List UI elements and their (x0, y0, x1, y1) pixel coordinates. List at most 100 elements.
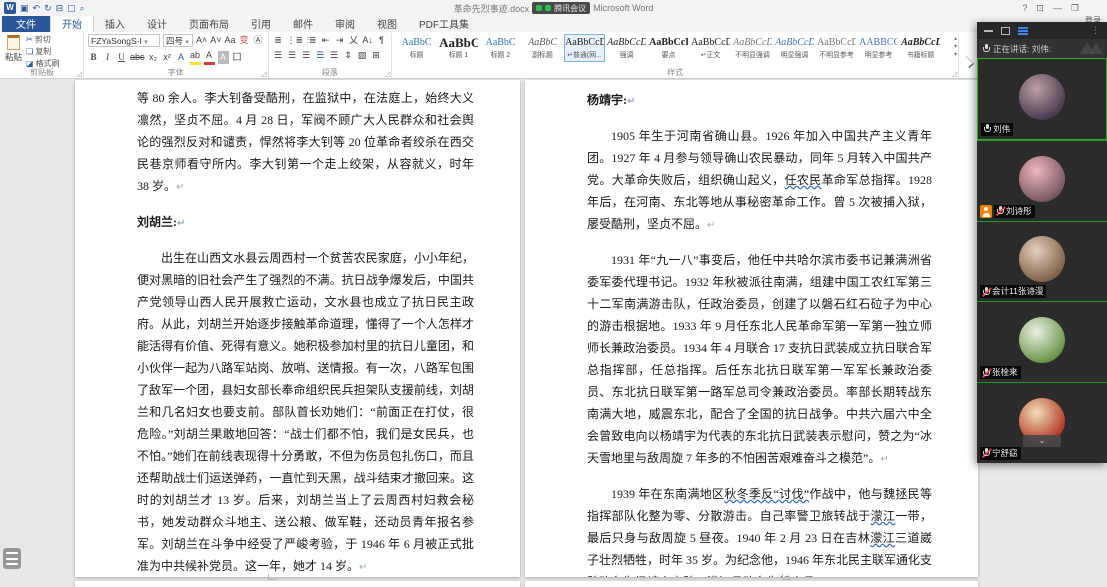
participant-tile[interactable]: 会计11张诗漫 (977, 220, 1107, 302)
shrink-font-icon[interactable]: A˅ (210, 34, 221, 47)
bullets-icon[interactable]: ≣ (273, 34, 284, 47)
new-document-icon[interactable]: ▢ (67, 2, 76, 14)
restore-button[interactable]: ❐ (1071, 3, 1079, 14)
redo-icon[interactable]: ↻ (44, 2, 52, 14)
font-name-combo[interactable]: FZYaSongS-I ▾ (88, 34, 160, 47)
find-icon[interactable]: ⌕ (80, 2, 85, 14)
enclose-characters-icon[interactable]: 囗 (232, 51, 243, 64)
help-button[interactable]: ? (1022, 3, 1027, 14)
document-title: 革命先烈事迹.docx (453, 3, 530, 14)
tab-9[interactable]: PDF工具集 (408, 14, 480, 32)
style-chip-10[interactable]: AaBbCcD 不明显参考 (816, 34, 857, 62)
subscript-icon[interactable]: x₂ (148, 51, 159, 64)
minimize-button[interactable]: — (1053, 3, 1062, 14)
phonetic-guide-icon[interactable]: 变 (239, 34, 250, 47)
char-shading-icon[interactable]: A (217, 50, 229, 64)
participant-name-label: 刘伟 (981, 122, 1014, 136)
style-chip-11[interactable]: AABBCCI 明显参考 (858, 34, 899, 62)
participant-tile[interactable]: 刘诗彤 (977, 139, 1107, 221)
word-logo-icon[interactable]: W (4, 2, 16, 14)
tencent-meeting-pill[interactable]: 腾讯会议 (532, 2, 591, 14)
numbering-icon[interactable]: ⋮≣ (287, 34, 304, 47)
style-chip-8[interactable]: AaBbCcD 不明显强调 (732, 34, 773, 62)
participant-tile[interactable]: 宁舒窈 ⌄ (977, 382, 1107, 463)
tab-6[interactable]: 邮件 (282, 14, 324, 32)
style-chip-7[interactable]: AaBbCcDd ↵正文 (690, 34, 731, 62)
paragraph-dialog-launcher[interactable]: ◿ (385, 70, 390, 78)
borders-icon[interactable]: ⊞ (371, 49, 382, 62)
asian-layout-icon[interactable]: 乂 (348, 34, 359, 47)
styles-up-icon[interactable]: ▴ (954, 35, 957, 42)
superscript-icon[interactable]: x² (162, 51, 173, 64)
style-chip-3[interactable]: AaBbC 副标题 (522, 34, 563, 62)
copy-button[interactable]: ❏ 复制 (26, 46, 60, 57)
show-marks-icon[interactable]: ¶ (376, 34, 387, 47)
page-column-left: 等 80 余人。李大钊备受酷刑，在监狱中，在法庭上，始终大义凛然，坚贞不屈。4 … (75, 80, 520, 587)
underline-icon[interactable]: U (116, 51, 127, 64)
tab-2[interactable]: 插入 (94, 14, 136, 32)
bold-icon[interactable]: B (88, 51, 99, 64)
clipboard-dialog-launcher[interactable]: ◿ (77, 70, 82, 78)
align-center-icon[interactable]: ☰ (287, 49, 298, 62)
character-border-icon[interactable]: Ⓐ (253, 34, 264, 47)
styles-dialog-launcher[interactable]: ◿ (952, 70, 957, 78)
floating-list-widget[interactable] (3, 548, 21, 569)
tab-7[interactable]: 审阅 (324, 14, 366, 32)
save-icon[interactable]: ▣ (20, 2, 29, 14)
tab-3[interactable]: 设计 (136, 14, 178, 32)
text-effects-icon[interactable]: A (176, 51, 187, 64)
meeting-list-view-icon[interactable] (1018, 26, 1028, 35)
meeting-minimize-icon[interactable] (984, 29, 993, 32)
expand-participants-button[interactable]: ⌄ (1023, 434, 1061, 447)
style-chip-12[interactable]: AaBbCcD 书籍标题 (900, 34, 941, 62)
strikethrough-icon[interactable]: abc (130, 51, 145, 64)
print-icon[interactable]: ⊟ (56, 2, 64, 14)
style-chip-1[interactable]: AaBbC 标题 1 (438, 34, 479, 62)
tab-5[interactable]: 引用 (240, 14, 282, 32)
align-left-icon[interactable]: ☰ (273, 49, 284, 62)
font-size-combo[interactable]: 四号 ▾ (163, 34, 193, 47)
distribute-icon[interactable]: ☰ (329, 49, 340, 62)
grow-font-icon[interactable]: A˄ (196, 34, 207, 47)
styles-gallery: AaBbC 标题 AaBbC 标题 1 AaBbC 标题 2 AaBbC 副标题 AaBbCcD… (396, 34, 954, 62)
tab-8[interactable]: 视图 (366, 14, 408, 32)
styles-more-icon[interactable]: ▾ (954, 51, 957, 58)
participant-tile[interactable]: 张栓来 (977, 301, 1107, 383)
meeting-more-icon[interactable]: ⋮ (1091, 25, 1100, 36)
meeting-layout-icon[interactable] (1001, 26, 1010, 35)
style-chip-6[interactable]: AaBbCcD 要点 (648, 34, 689, 62)
multilevel-list-icon[interactable]: ⫶≣ (306, 34, 317, 47)
doc-text: 1939 年在东南满地区 (611, 487, 725, 501)
align-right-icon[interactable]: ☰ (301, 49, 312, 62)
style-chip-0[interactable]: AaBbC 标题 (396, 34, 437, 62)
increase-indent-icon[interactable]: ⇥ (334, 34, 345, 47)
italic-icon[interactable]: I (102, 51, 113, 64)
font-dialog-launcher[interactable]: ◿ (261, 70, 266, 78)
document-page-2[interactable]: 杨靖宇:↵ 1905 年生于河南省确山县。1926 年加入中国共产主义青年团。19… (525, 80, 978, 577)
tab-file[interactable]: 文件 (2, 14, 50, 32)
cut-button[interactable]: ✂ 剪切 (26, 34, 60, 45)
justify-icon[interactable]: ☰ (315, 49, 326, 62)
page-text: 杨靖宇:↵ 1905 年生于河南省确山县。1926 年加入中国共产主义青年团。19… (525, 80, 978, 577)
style-chip-2[interactable]: AaBbC 标题 2 (480, 34, 521, 62)
undo-icon[interactable]: ↶ (33, 2, 41, 14)
line-spacing-icon[interactable]: ⇕ (343, 49, 354, 62)
style-chip-5[interactable]: AaBbCcD 强调 (606, 34, 647, 62)
change-case-icon[interactable]: Aa (225, 34, 236, 47)
sort-icon[interactable]: A↓ (362, 34, 373, 47)
shading-icon[interactable]: ▨ (357, 49, 368, 62)
styles-down-icon[interactable]: ▾ (954, 43, 957, 50)
clipboard-group-label: 剪贴板 (30, 68, 54, 77)
participant-tile[interactable]: 刘伟 (977, 58, 1107, 140)
doc-text: 等 80 余人。李大钊备受酷刑，在监狱中，在法庭上，始终大义凛然，坚贞不屈。4 … (137, 91, 474, 193)
ribbon-display-options-button[interactable]: ⊡ (1036, 3, 1044, 14)
document-page-1[interactable]: 等 80 余人。李大钊备受酷刑，在监狱中，在法庭上，始终大义凛然，坚贞不屈。4 … (75, 80, 520, 577)
style-chip-4[interactable]: AaBbCcD ↵普通(网... (564, 34, 606, 62)
decrease-indent-icon[interactable]: ⇤ (320, 34, 331, 47)
style-name: 不明显强调 (735, 50, 770, 59)
highlight-icon[interactable]: ab (189, 49, 201, 65)
tab-4[interactable]: 页面布局 (178, 14, 240, 32)
paste-button[interactable]: 粘贴 (5, 34, 22, 69)
font-color-icon[interactable]: A (203, 49, 215, 65)
style-chip-9[interactable]: AaBbCcD 明显强调 (774, 34, 815, 62)
